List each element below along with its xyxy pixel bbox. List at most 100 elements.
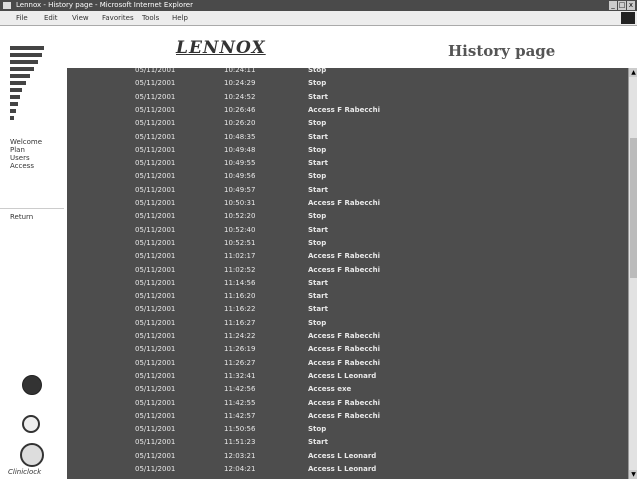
row-event: Start — [308, 225, 328, 234]
sidebar-item-welcome[interactable]: Welcome — [10, 138, 42, 146]
row-time: 10:49:55 — [224, 159, 256, 168]
window-title: Lennox - History page - Microsoft Intern… — [16, 1, 193, 9]
row-time: 11:16:20 — [224, 292, 256, 301]
row-time: 10:50:31 — [224, 199, 256, 207]
row-event: Stop — [308, 145, 327, 154]
row-time: 12:03:21 — [224, 451, 256, 460]
table-row: 05/11/2001 11:16:27 Stop — [67, 317, 628, 330]
row-date: 05/11/2001 — [135, 425, 176, 434]
row-event: Start — [308, 305, 328, 314]
row-time: 11:42:55 — [224, 398, 256, 407]
table-row: 05/11/2001 10:49:56 Stop — [67, 170, 628, 183]
menu-favorites[interactable]: Favorites — [102, 14, 134, 22]
row-event: Start — [308, 185, 328, 194]
row-event: Stop — [308, 79, 327, 88]
row-date: 05/11/2001 — [135, 265, 176, 274]
row-time: 10:52:20 — [224, 212, 256, 221]
row-event: Start — [308, 278, 328, 287]
row-event: Access F Rabecchi — [308, 332, 381, 340]
sidebar-item-users[interactable]: Users — [10, 154, 42, 162]
row-event: Start — [308, 159, 328, 168]
row-time: 10:49:57 — [224, 185, 256, 194]
row-event: Stop — [308, 68, 327, 74]
row-date: 05/11/2001 — [135, 465, 176, 473]
close-button[interactable]: x — [627, 1, 635, 10]
table-row: 05/11/2001 12:03:21 Access L Leonard — [67, 450, 628, 463]
table-row: 05/11/2001 10:49:48 Stop — [67, 144, 628, 157]
table-row: 05/11/2001 12:04:21 Access L Leonard — [67, 463, 628, 476]
row-time: 11:26:27 — [224, 358, 256, 367]
history-table: 05/11/2001 10:24:11 Stop 05/11/2001 10:24:29… — [67, 68, 628, 479]
row-date: 05/11/2001 — [135, 385, 176, 394]
row-date: 05/11/2001 — [135, 212, 176, 221]
row-date: 05/11/2001 — [135, 332, 176, 340]
page-title: History page — [448, 42, 556, 60]
row-date: 05/11/2001 — [135, 79, 176, 88]
world-icon[interactable] — [20, 443, 44, 467]
row-date: 05/11/2001 — [135, 225, 176, 234]
menu-file[interactable]: File — [16, 14, 28, 22]
row-event: Access F Rabecchi — [308, 105, 381, 114]
row-time: 12:04:21 — [224, 465, 256, 473]
scrollbar-thumb[interactable] — [630, 138, 637, 278]
scroll-up-icon[interactable]: ▲ — [629, 68, 637, 77]
row-event: Access L Leonard — [308, 465, 377, 473]
table-row: 05/11/2001 10:24:29 Stop — [67, 77, 628, 90]
sidebar-divider — [0, 208, 64, 209]
row-event: Start — [308, 438, 328, 447]
bottom-icon-label: Cliniclock — [8, 468, 42, 476]
row-event: Stop — [308, 238, 327, 247]
maximize-button[interactable]: □ — [618, 1, 626, 10]
row-event: Stop — [308, 425, 327, 434]
table-row: 05/11/2001 10:24:11 Stop — [67, 68, 628, 77]
table-row: 05/11/2001 11:42:56 Access exe — [67, 383, 628, 396]
row-time: 11:02:17 — [224, 252, 256, 261]
row-time: 10:49:56 — [224, 172, 256, 181]
globe-icon[interactable] — [22, 375, 42, 395]
row-time: 10:24:29 — [224, 79, 256, 88]
row-event: Access F Rabecchi — [308, 252, 381, 261]
row-date: 05/11/2001 — [135, 305, 176, 314]
row-event: Access F Rabecchi — [308, 411, 381, 420]
sidebar-item-access[interactable]: Access — [10, 162, 42, 170]
table-row: 05/11/2001 10:50:31 Access F Rabecchi — [67, 197, 628, 210]
table-row: 05/11/2001 11:02:17 Access F Rabecchi — [67, 250, 628, 263]
vertical-scrollbar[interactable]: ▲ ▼ — [628, 68, 637, 479]
row-date: 05/11/2001 — [135, 185, 176, 194]
row-event: Access L Leonard — [308, 371, 377, 380]
row-date: 05/11/2001 — [135, 238, 176, 247]
row-date: 05/11/2001 — [135, 411, 176, 420]
row-time: 11:32:41 — [224, 371, 256, 380]
menu-edit[interactable]: Edit — [44, 14, 58, 22]
row-time: 11:50:56 — [224, 425, 256, 434]
window-controls: _ □ x — [609, 1, 635, 10]
row-time: 11:42:57 — [224, 411, 256, 420]
row-date: 05/11/2001 — [135, 199, 176, 207]
row-time: 11:16:27 — [224, 318, 256, 327]
row-date: 05/11/2001 — [135, 252, 176, 261]
earth-icon[interactable] — [22, 415, 40, 433]
row-date: 05/11/2001 — [135, 132, 176, 141]
return-link[interactable]: Return — [10, 213, 33, 221]
minimize-button[interactable]: _ — [609, 1, 617, 10]
row-time: 11:26:19 — [224, 345, 256, 354]
table-row: 05/11/2001 10:26:46 Access F Rabecchi — [67, 104, 628, 117]
browser-icon — [3, 2, 11, 9]
row-date: 05/11/2001 — [135, 318, 176, 327]
table-row: 05/11/2001 10:52:51 Stop — [67, 237, 628, 250]
row-event: Start — [308, 92, 328, 101]
sidebar: Welcome Plan Users Access Return Clinicl… — [0, 26, 64, 479]
row-date: 05/11/2001 — [135, 159, 176, 168]
brand-logo: LENNOX — [176, 38, 266, 58]
menu-tools[interactable]: Tools — [142, 14, 159, 22]
menu-help[interactable]: Help — [172, 14, 188, 22]
sidebar-item-plan[interactable]: Plan — [10, 146, 42, 154]
menu-view[interactable]: View — [72, 14, 89, 22]
table-row: 05/11/2001 11:16:20 Start — [67, 290, 628, 303]
row-time: 10:49:48 — [224, 145, 256, 154]
table-row: 05/11/2001 11:51:23 Start — [67, 436, 628, 449]
row-event: Access exe — [308, 385, 352, 394]
scroll-down-icon[interactable]: ▼ — [629, 470, 637, 479]
table-row: 05/11/2001 11:16:22 Start — [67, 303, 628, 316]
row-time: 10:52:40 — [224, 225, 256, 234]
